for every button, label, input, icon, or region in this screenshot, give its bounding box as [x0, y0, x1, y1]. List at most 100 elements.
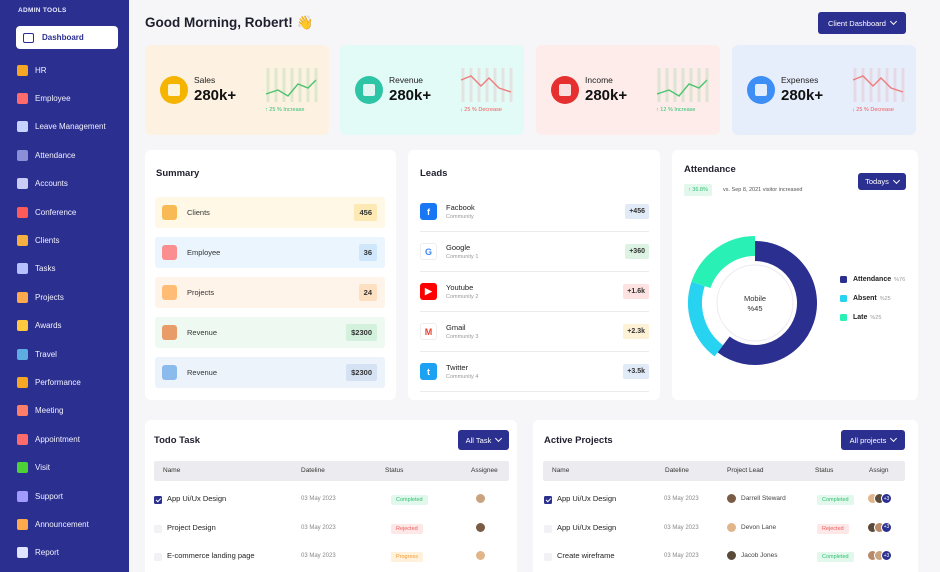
stat-card-sales[interactable]: Sales 280k+ ↑ 25 % Increase [145, 45, 329, 135]
sidebar-item-conference[interactable]: Conference [17, 205, 76, 219]
projects-filter-dropdown[interactable]: All projects [841, 430, 905, 450]
summary-row[interactable]: Clients 456 [155, 197, 385, 228]
more-assignees-badge[interactable]: +3 [881, 550, 892, 561]
sidebar-item-report[interactable]: Report [17, 546, 59, 560]
sidebar-item-announcement[interactable]: Announcement [17, 517, 89, 531]
attendance-filter-dropdown[interactable]: Todays [858, 173, 906, 190]
sidebar-item-hr[interactable]: HR [17, 63, 47, 77]
legend-label: Absent [853, 295, 877, 302]
sidebar-item-label: Travel [35, 349, 57, 359]
sparkline-chart [656, 68, 709, 102]
sidebar-item-leave-management[interactable]: Leave Management [17, 120, 106, 134]
lead-row[interactable]: M Gmail Community 3 +2.3k [420, 312, 649, 352]
sidebar-item-label: Performance [35, 377, 81, 387]
col-project-lead: Project Lead [727, 467, 764, 474]
lead-value: +2.3k [623, 324, 649, 339]
row-checkbox[interactable] [544, 496, 552, 504]
attendance-donut-chart: Mobile %45 [688, 236, 817, 365]
more-assignees-badge[interactable]: +3 [881, 521, 892, 533]
legend-percent: %25 [879, 295, 891, 302]
stat-trend: ↓ 25 % Decrease [460, 107, 502, 113]
stat-card-expenses[interactable]: Expenses 280k+ ↓ 25 % Decrease [732, 45, 916, 135]
legend-swatch [840, 276, 847, 283]
growth-note: vs. Sep 8, 2021 visitor increased [723, 187, 803, 193]
todo-task-name[interactable]: App Ui/Ux Design [167, 494, 226, 503]
col-dateline: Dateline [301, 467, 325, 474]
sidebar-item-projects[interactable]: Projects [17, 290, 64, 304]
legend-item-attendance: Attendance %76 [840, 276, 905, 283]
employee-icon [17, 92, 28, 104]
projects-card: Active Projects All projects Name Dateli… [533, 420, 918, 572]
sidebar-item-employee[interactable]: Employee [17, 91, 71, 105]
col-name: Name [163, 467, 181, 474]
legend-item-absent: Absent %25 [840, 295, 891, 302]
todo-filter-dropdown[interactable]: All Task [458, 430, 509, 450]
stat-label: Sales [194, 75, 216, 85]
project-name[interactable]: App Ui/Ux Design [557, 523, 616, 532]
avatar [726, 550, 737, 561]
avatar [475, 493, 486, 504]
sidebar-item-visit[interactable]: Visit [17, 461, 50, 475]
project-name[interactable]: Create wireframe [557, 551, 615, 560]
sidebar-item-performance[interactable]: Performance [17, 375, 81, 389]
todo-table-header: Name Dateline Status Assignee [154, 461, 509, 481]
lead-row[interactable]: t Twitter Community 4 +3.5k [420, 352, 649, 392]
avatar [475, 521, 486, 533]
lead-value: +1.6k [623, 284, 649, 299]
google-icon: G [420, 243, 437, 260]
chevron-down-icon [890, 434, 898, 443]
lead-row[interactable]: f Facbook Community +456 [420, 192, 649, 232]
summary-row[interactable]: Employee 36 [155, 237, 385, 268]
row-checkbox[interactable] [544, 524, 552, 533]
stat-card-income[interactable]: Income 280k+ ↑ 12 % Increase [536, 45, 720, 135]
sidebar-item-dashboard[interactable]: Dashboard [16, 26, 118, 49]
sidebar-item-clients[interactable]: Clients [17, 233, 59, 247]
status-badge: Completed [391, 495, 428, 505]
lead-row[interactable]: ▶ Youtube Community 2 +1.6k [420, 272, 649, 312]
page-title: Good Morning, Robert! 👋 [145, 15, 314, 30]
todo-task-name[interactable]: E-commerce landing page [167, 551, 255, 560]
projects-table-header: Name Dateline Project Lead Status Assign [543, 461, 905, 481]
announcement-icon [17, 518, 28, 530]
sidebar-item-support[interactable]: Support [17, 489, 63, 503]
attendance-card: Attendance Todays ↑ 36.8% vs. Sep 8, 202… [672, 150, 918, 400]
todo-task-date: 03 May 2023 [301, 524, 336, 531]
visit-icon [17, 462, 28, 474]
main-content: Good Morning, Robert! 👋 Client Dashboard… [129, 0, 940, 572]
lead-row[interactable]: G Google Community 1 +360 [420, 232, 649, 272]
row-checkbox[interactable] [154, 524, 162, 533]
col-assignee: Assignee [471, 467, 498, 474]
summary-row[interactable]: Projects 24 [155, 277, 385, 308]
row-checkbox[interactable] [544, 553, 552, 561]
sidebar-item-label: Support [35, 491, 64, 501]
summary-row-label: Revenue [187, 368, 218, 377]
sidebar-item-awards[interactable]: Awards [17, 319, 62, 333]
sidebar-item-appointment[interactable]: Appointment [17, 432, 80, 446]
more-assignees-badge[interactable]: +3 [881, 493, 892, 504]
status-badge: Rejected [817, 523, 849, 534]
project-name[interactable]: App Ui/Ux Design [557, 494, 616, 503]
sidebar-item-travel[interactable]: Travel [17, 347, 57, 361]
project-date: 03 May 2023 [664, 553, 699, 559]
attendance-icon [17, 149, 28, 161]
status-badge: Completed [817, 552, 854, 562]
sidebar-item-attendance[interactable]: Attendance [17, 148, 75, 162]
avatar [726, 493, 737, 504]
row-checkbox[interactable] [154, 553, 162, 561]
clients-icon [162, 205, 177, 220]
legend-item-late: Late %25 [840, 314, 881, 321]
col-status: Status [385, 467, 404, 474]
todo-task-name[interactable]: Project Design [167, 523, 216, 532]
sidebar-item-meeting[interactable]: Meeting [17, 404, 63, 418]
summary-row[interactable]: Revenue $2300 [155, 357, 385, 388]
summary-row[interactable]: Revenue $2300 [155, 317, 385, 348]
project-date: 03 May 2023 [664, 496, 699, 502]
status-badge: Completed [817, 495, 854, 505]
sidebar-item-tasks[interactable]: Tasks [17, 262, 55, 276]
stat-card-revenue[interactable]: Revenue 280k+ ↓ 25 % Decrease [340, 45, 524, 135]
client-dashboard-button[interactable]: Client Dashboard [818, 12, 906, 34]
row-checkbox[interactable] [154, 496, 162, 504]
sidebar-item-label: Appointment [35, 434, 80, 444]
sidebar-item-accounts[interactable]: Accounts [17, 177, 68, 191]
chevron-down-icon [889, 17, 898, 26]
